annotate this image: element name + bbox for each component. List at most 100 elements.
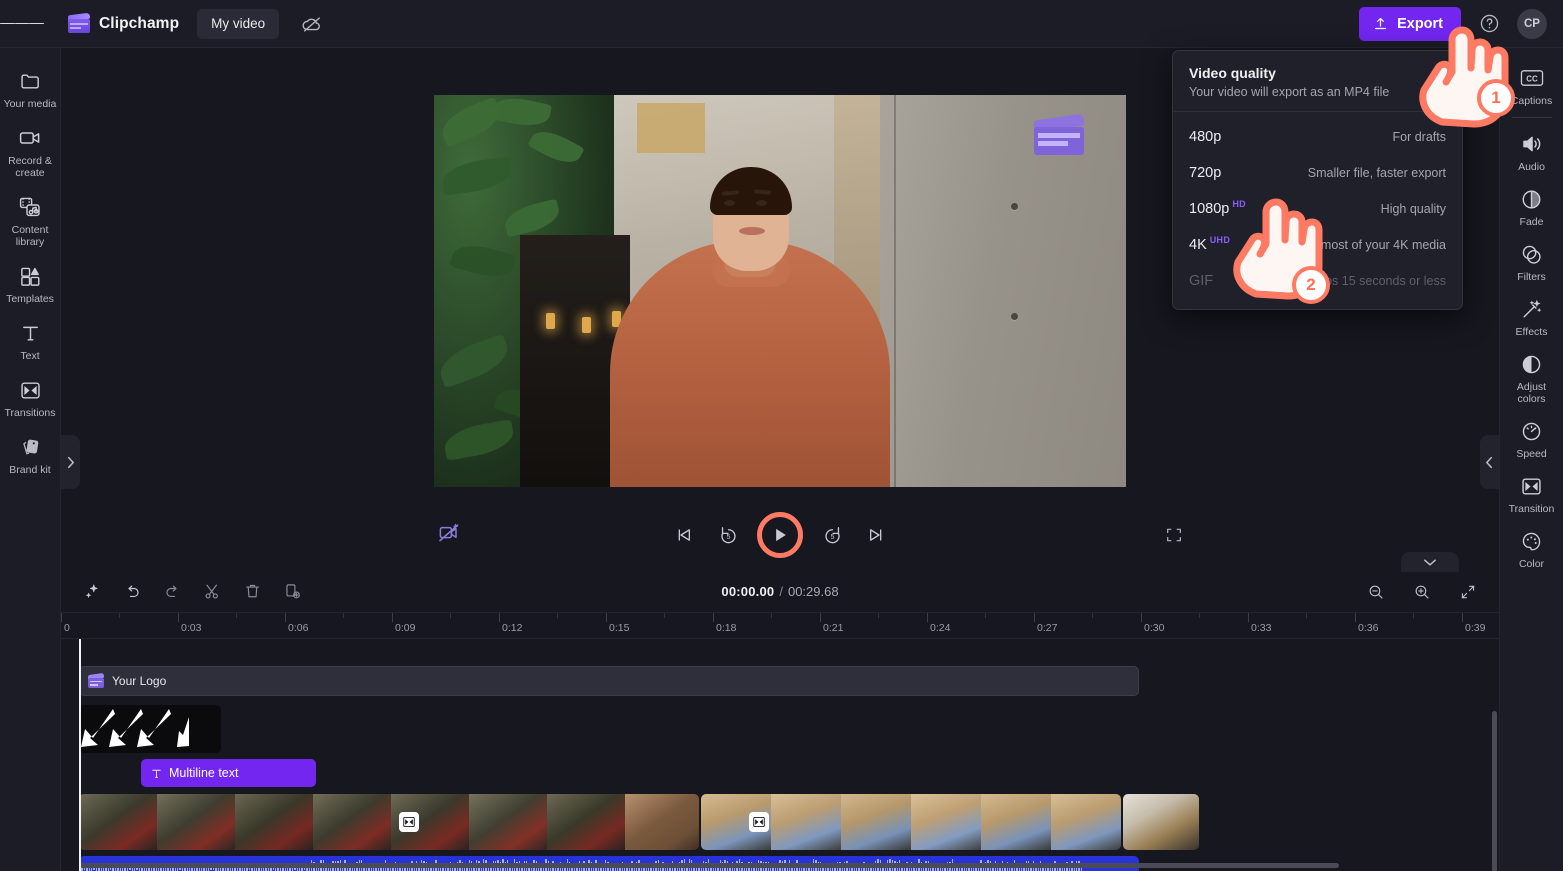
ruler-label: 0 xyxy=(64,622,70,634)
cloud-off-icon[interactable] xyxy=(299,11,325,37)
timeline: 00:00.00 / 00:29.68 0 0:03 0:06 0:09 0:1… xyxy=(61,571,1499,871)
property-label: Adjust colors xyxy=(1516,381,1547,405)
playhead[interactable] xyxy=(79,639,81,871)
collapse-left-panel-button[interactable] xyxy=(61,435,80,489)
ruler-label: 0:33 xyxy=(1251,622,1272,634)
transition-badge[interactable] xyxy=(749,812,769,832)
property-label: Speed xyxy=(1516,448,1547,460)
sidebar-item-record-create[interactable]: Record & create xyxy=(1,117,59,186)
current-time: 00:00.00 xyxy=(721,584,775,599)
property-item-effects[interactable]: Effects xyxy=(1502,289,1562,344)
property-label: Effects xyxy=(1515,326,1548,338)
ruler-label: 0:24 xyxy=(930,622,951,634)
video-preview[interactable] xyxy=(434,95,1126,487)
option-name: GIF xyxy=(1189,273,1214,289)
quality-option-4k[interactable]: 4K UHD Make the most of your 4K media xyxy=(1173,227,1462,263)
contrast-icon xyxy=(1520,352,1544,376)
timeline-clip-video-1[interactable] xyxy=(79,794,699,850)
undo-icon[interactable] xyxy=(117,577,147,607)
avatar[interactable]: CP xyxy=(1517,8,1547,39)
property-item-speed[interactable]: Speed xyxy=(1502,411,1562,466)
highlight-ring xyxy=(757,512,803,558)
forward-5-icon[interactable]: 5 xyxy=(817,520,847,550)
filters-icon xyxy=(1520,242,1544,266)
sidebar-item-templates[interactable]: Templates xyxy=(1,255,59,312)
fit-to-screen-icon[interactable] xyxy=(1453,577,1483,607)
timeline-ruler[interactable]: 0 0:03 0:06 0:09 0:12 0:15 0:18 0:21 0:2… xyxy=(61,613,1499,639)
collapse-right-panel-button[interactable] xyxy=(1480,435,1499,489)
export-button[interactable]: Export xyxy=(1359,6,1461,41)
avatar-initials: CP xyxy=(1524,17,1540,30)
property-item-adjust-colors[interactable]: Adjust colors xyxy=(1502,344,1562,411)
ruler-label: 0:06 xyxy=(288,622,309,634)
property-item-color[interactable]: Color xyxy=(1502,521,1562,576)
timeline-clip-text[interactable]: Multiline text xyxy=(141,759,316,787)
trash-icon[interactable] xyxy=(237,577,267,607)
project-name-chip[interactable]: My video xyxy=(197,8,280,39)
sidebar-label: Record & create xyxy=(8,155,52,179)
property-label: Audio xyxy=(1518,161,1545,173)
cc-icon: CC xyxy=(1520,66,1544,90)
duplicate-icon[interactable] xyxy=(277,577,307,607)
help-circle-icon[interactable] xyxy=(1475,10,1503,38)
sidebar-item-brand-kit[interactable]: Brand kit xyxy=(1,426,59,483)
timeline-horizontal-scrollbar[interactable] xyxy=(79,863,1339,868)
sidebar-item-your-media[interactable]: Your media xyxy=(1,60,59,117)
palette-icon xyxy=(1520,529,1544,553)
player-controls: 5 5 xyxy=(61,506,1499,570)
quality-option-480p[interactable]: 480p For drafts xyxy=(1173,119,1462,155)
rewind-5-icon[interactable]: 5 xyxy=(713,520,743,550)
sidebar-label: Text xyxy=(20,350,40,362)
speedometer-icon xyxy=(1520,419,1544,443)
speaker-icon xyxy=(1520,132,1544,156)
clip-label: Your Logo xyxy=(112,674,167,688)
ruler-label: 0:30 xyxy=(1144,622,1165,634)
brand-kit-icon xyxy=(18,435,42,459)
sidebar-item-text[interactable]: Text xyxy=(1,312,59,369)
transition-badge[interactable] xyxy=(399,812,419,832)
sidebar-label: Content library xyxy=(11,224,49,248)
zoom-out-icon[interactable] xyxy=(1361,577,1391,607)
property-item-fade[interactable]: Fade xyxy=(1502,179,1562,234)
timeline-tools xyxy=(77,577,307,607)
property-item-audio[interactable]: Audio xyxy=(1502,124,1562,179)
timeline-vertical-scrollbar[interactable] xyxy=(1492,711,1497,871)
option-name: 720p xyxy=(1189,165,1222,181)
redo-icon[interactable] xyxy=(157,577,187,607)
chevron-right-icon xyxy=(67,456,74,468)
text-icon xyxy=(18,321,42,345)
brand-name: Clipchamp xyxy=(99,14,180,32)
fullscreen-icon[interactable] xyxy=(1159,520,1189,550)
skip-to-end-icon[interactable] xyxy=(861,520,891,550)
dropdown-title: Video quality xyxy=(1189,65,1276,81)
property-item-filters[interactable]: Filters xyxy=(1502,234,1562,289)
play-button[interactable] xyxy=(757,512,803,558)
magic-sparkle-icon[interactable] xyxy=(77,577,107,607)
quality-option-720p[interactable]: 720p Smaller file, faster export xyxy=(1173,155,1462,191)
sidebar-item-transitions[interactable]: Transitions xyxy=(1,369,59,426)
folder-icon xyxy=(18,69,42,93)
property-item-captions[interactable]: CC Captions xyxy=(1502,58,1562,113)
scissors-icon[interactable] xyxy=(197,577,227,607)
timeline-clip-logo[interactable]: Your Logo xyxy=(79,666,1139,696)
quality-option-1080p[interactable]: 1080p HD High quality xyxy=(1173,191,1462,227)
option-badge: HD xyxy=(1232,199,1246,209)
fade-icon xyxy=(1520,187,1544,211)
property-item-transition[interactable]: Transition xyxy=(1502,466,1562,521)
collapse-timeline-button[interactable] xyxy=(1401,552,1459,572)
svg-text:CC: CC xyxy=(1526,74,1538,83)
zoom-in-icon[interactable] xyxy=(1407,577,1437,607)
left-sidebar: Your media Record & create Content libra… xyxy=(0,48,61,871)
timeline-clip-video-3[interactable] xyxy=(1123,794,1199,850)
auto-compose-off-icon[interactable] xyxy=(434,518,464,548)
sidebar-label: Transitions xyxy=(4,407,56,419)
timeline-clip-cursor-overlay[interactable] xyxy=(79,705,221,753)
divider xyxy=(1511,117,1552,118)
hamburger-icon[interactable] xyxy=(0,0,45,48)
ruler-label: 0:18 xyxy=(716,622,737,634)
ruler-label: 0:21 xyxy=(823,622,844,634)
upload-icon xyxy=(1374,17,1387,30)
skip-to-start-icon[interactable] xyxy=(669,520,699,550)
ruler-label: 0:39 xyxy=(1465,622,1486,634)
sidebar-item-content-library[interactable]: Content library xyxy=(1,186,59,255)
